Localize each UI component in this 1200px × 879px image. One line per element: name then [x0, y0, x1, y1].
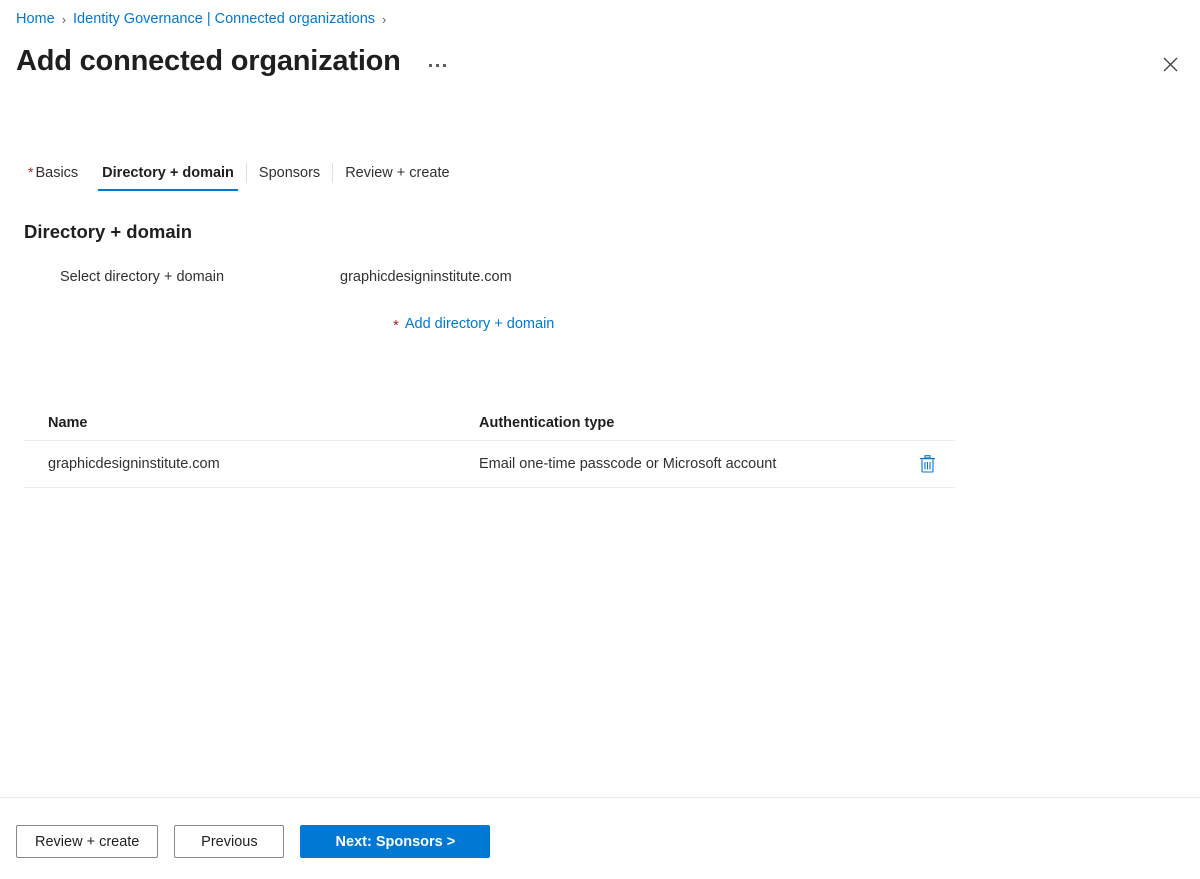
breadcrumb-separator-icon: ›: [61, 11, 67, 27]
breadcrumb: Home › Identity Governance | Connected o…: [16, 6, 393, 32]
title-row: Add connected organization: [16, 40, 453, 84]
footer-divider: [0, 797, 1200, 798]
select-directory-domain-value: graphicdesigninstitute.com: [340, 269, 512, 285]
section-heading: Directory + domain: [24, 221, 193, 242]
wizard-tabs: * Basics Directory + domain Sponsors Rev…: [16, 155, 462, 191]
delete-icon: [919, 455, 935, 473]
add-directory-domain-row: * Add directory + domain: [393, 315, 555, 334]
tab-sponsors[interactable]: Sponsors: [247, 155, 332, 191]
tab-basics-label: Basics: [35, 165, 79, 181]
previous-button[interactable]: Previous: [174, 825, 285, 858]
more-options-button[interactable]: [423, 50, 453, 80]
footer-actions: Review + create Previous Next: Sponsors …: [16, 825, 491, 858]
ellipsis-icon: [429, 63, 447, 67]
tab-sponsors-label: Sponsors: [258, 165, 321, 181]
next-sponsors-button[interactable]: Next: Sponsors >: [300, 825, 491, 858]
tab-directory-domain-label: Directory + domain: [102, 165, 234, 181]
close-button[interactable]: [1152, 46, 1188, 82]
close-icon: [1163, 57, 1177, 71]
table-header-row: Name Authentication type: [24, 405, 955, 441]
column-header-name: Name: [48, 414, 88, 431]
breadcrumb-item-home[interactable]: Home: [16, 11, 55, 27]
tab-basics[interactable]: * Basics: [16, 155, 90, 191]
tab-review-create[interactable]: Review + create: [333, 155, 461, 191]
cell-actions: [899, 450, 955, 478]
page-title: Add connected organization: [16, 45, 401, 78]
select-directory-domain-row: Select directory + domain graphicdesigni…: [0, 266, 1000, 288]
select-directory-domain-label: Select directory + domain: [60, 269, 225, 285]
review-create-button[interactable]: Review + create: [16, 825, 159, 858]
breadcrumb-separator-icon: ›: [382, 11, 387, 27]
tab-review-create-label: Review + create: [345, 165, 450, 181]
required-indicator-icon: *: [28, 164, 34, 180]
breadcrumb-item-identity-governance[interactable]: Identity Governance | Connected organiza…: [73, 11, 375, 27]
cell-authentication-type: Email one-time passcode or Microsoft acc…: [479, 456, 777, 472]
add-directory-domain-link[interactable]: Add directory + domain: [405, 316, 555, 332]
cell-name: graphicdesigninstitute.com: [48, 456, 220, 472]
column-header-authentication-type: Authentication type: [479, 414, 615, 431]
directory-domain-table: Name Authentication type graphicdesignin…: [24, 405, 955, 488]
required-indicator-icon: *: [393, 317, 399, 334]
tab-directory-domain[interactable]: Directory + domain: [90, 155, 246, 191]
delete-row-button[interactable]: [913, 450, 941, 478]
table-row[interactable]: graphicdesigninstitute.com Email one-tim…: [24, 441, 955, 488]
